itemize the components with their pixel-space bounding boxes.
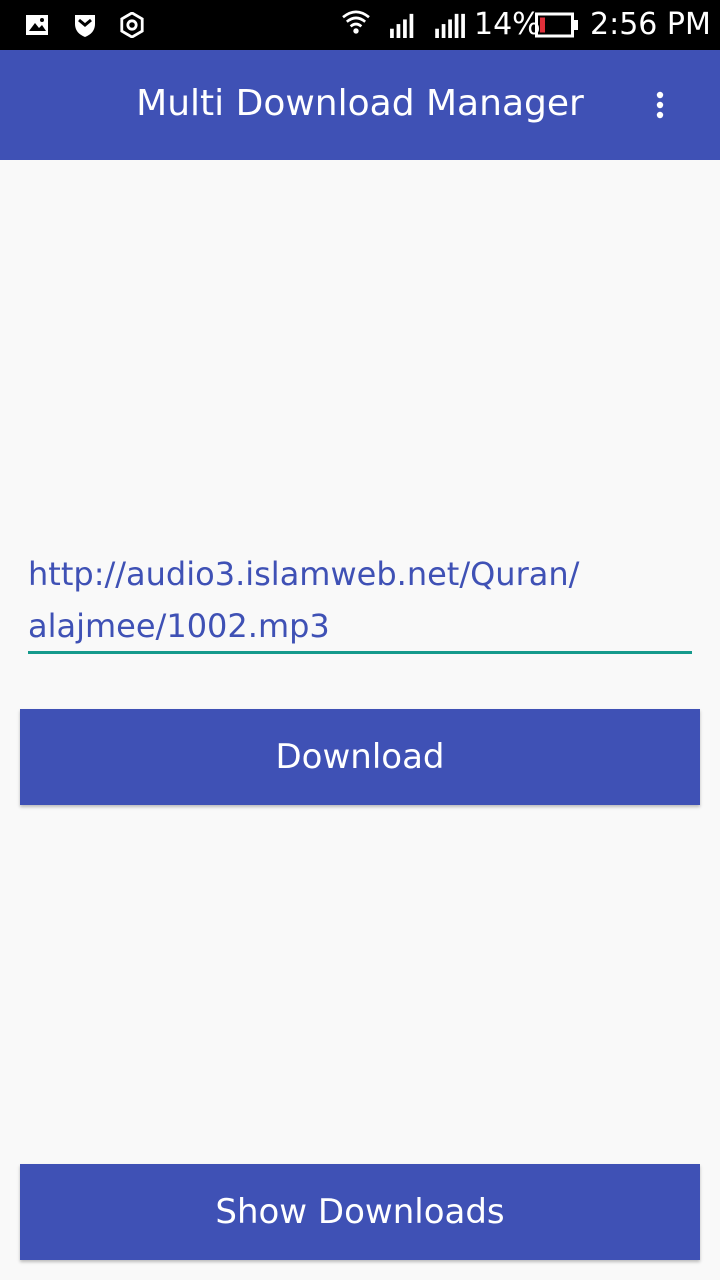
app-bar: Multi Download Manager <box>0 50 720 160</box>
battery-percent: 14% <box>474 7 541 42</box>
url-input-value[interactable]: http://audio3.islamweb.net/Quran/ alajme… <box>28 548 648 652</box>
battery-icon <box>535 12 578 38</box>
url-input[interactable]: http://audio3.islamweb.net/Quran/ alajme… <box>28 540 692 656</box>
more-vertical-icon[interactable] <box>640 85 680 125</box>
clock: 2:56 PM <box>590 7 711 42</box>
download-button[interactable]: Download <box>20 709 700 805</box>
url-line-2: alajmee/1002.mp3 <box>28 607 330 645</box>
settings-ring-icon <box>120 12 144 38</box>
url-input-underline <box>28 651 692 654</box>
url-line-1: http://audio3.islamweb.net/Quran/ <box>28 555 580 593</box>
image-icon <box>26 15 48 35</box>
show-downloads-button[interactable]: Show Downloads <box>20 1164 700 1260</box>
signal-icon <box>390 13 414 38</box>
signal-icon <box>435 13 465 38</box>
shield-icon <box>75 15 95 37</box>
app-title: Multi Download Manager <box>136 83 584 124</box>
wifi-icon <box>342 10 370 34</box>
status-bar: 14% 2:56 PM <box>0 0 720 50</box>
